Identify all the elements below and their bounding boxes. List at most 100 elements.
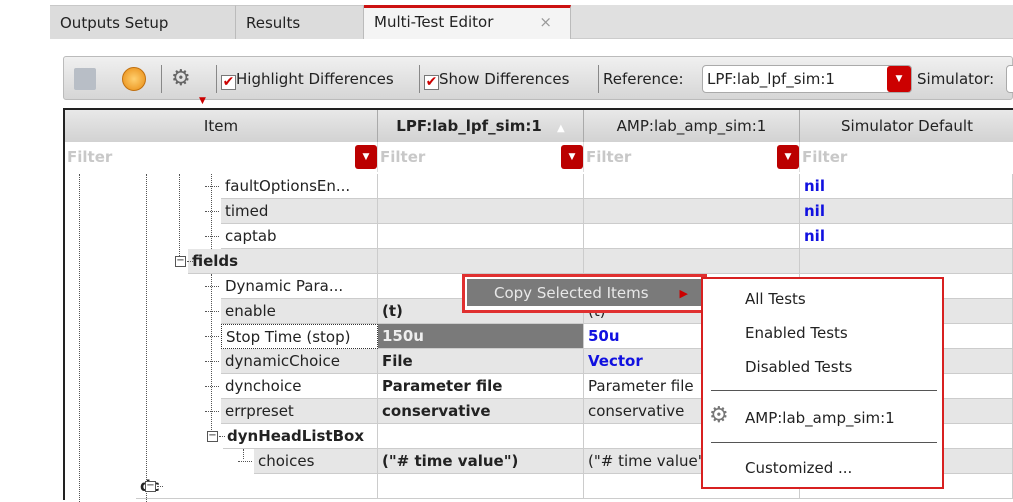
item-label: dynHeadListBox [227,427,364,445]
item-filter-input[interactable]: Filter ▼ [65,142,378,172]
tab-outputs-setup[interactable]: Outputs Setup [50,5,236,39]
menu-item-all-tests[interactable]: All Tests [745,290,806,308]
table-row[interactable]: fields − [65,249,1013,274]
revert-button[interactable] [122,57,146,101]
item-cell[interactable]: Stop Time (stop) [221,324,378,349]
reference-label: Reference: [603,70,684,88]
lpf-value: 150u [382,327,424,345]
filter-dropdown-icon[interactable]: ▼ [561,145,583,169]
copy-submenu: All Tests Enabled Tests Disabled Tests ⚙… [701,277,944,489]
gear-icon: ⚙ [709,403,729,428]
item-label: dynchoice [225,377,302,395]
amp-value: Parameter file [588,377,694,395]
item-cell[interactable]: errpreset [221,399,378,424]
item-cell[interactable]: Dynamic Para... [221,274,378,299]
checkbox-label: Show Differences [439,70,570,88]
tab-multi-test-editor[interactable]: Multi-Test Editor × [364,5,571,39]
save-icon [74,68,96,90]
item-cell[interactable]: dynamicChoice [221,349,378,374]
column-header-amp[interactable]: AMP:lab_amp_sim:1 [584,110,800,142]
table-row[interactable]: timed nil [65,199,1013,224]
tab-results[interactable]: Results [236,5,364,39]
gear-icon: ⚙ [171,66,191,91]
simulator-select[interactable] [1006,65,1013,93]
lpf-value-cell[interactable] [378,174,584,199]
reference-select[interactable]: LPF:lab_lpf_sim:1 ▼ [702,65,912,93]
lpf-value-cell[interactable]: 150u [378,324,584,349]
settings-menu-button[interactable]: ⚙ ▼ [171,57,206,106]
filter-placeholder: Filter [67,148,113,166]
menu-item-label: Copy Selected Items [494,284,649,302]
amp-filter-input[interactable]: Filter ▼ [584,142,800,172]
item-cell[interactable]: dynchoice [221,374,378,399]
tab-bar: Outputs Setup Results Multi-Test Editor × [50,5,1013,39]
menu-item-amp-test[interactable]: AMP:lab_amp_sim:1 [745,409,895,427]
item-cell[interactable]: captab [221,224,378,249]
amp-value-cell[interactable] [584,224,800,249]
item-cell[interactable]: choices [254,449,378,474]
lpf-value-cell[interactable] [378,474,584,499]
close-icon[interactable]: × [539,8,552,36]
amp-value: 50u [588,327,620,345]
menu-separator [711,390,937,391]
collapse-icon[interactable]: − [207,431,218,442]
lpf-value-cell[interactable] [378,424,584,449]
default-value-cell[interactable]: nil [800,224,1013,249]
default-filter-input[interactable]: Filter [800,142,1013,172]
amp-value: Vector [588,352,643,370]
default-value-cell[interactable]: nil [800,174,1013,199]
collapse-icon[interactable]: − [145,481,156,492]
filter-placeholder: Filter [586,148,632,166]
chevron-down-icon: ▼ [887,66,911,92]
menu-item-customized[interactable]: Customized ... [745,459,852,477]
lpf-value-cell[interactable]: ("# time value") [378,449,584,474]
lpf-value-cell[interactable] [378,249,584,274]
lpf-value-cell[interactable] [378,199,584,224]
table-row[interactable]: captab nil [65,224,1013,249]
checkmark-icon: ✔ [424,74,439,90]
menu-separator [711,442,937,443]
menu-item-disabled-tests[interactable]: Disabled Tests [745,358,852,376]
simulator-label: Simulator: [917,70,995,88]
item-label: enable [225,302,276,320]
lpf-filter-input[interactable]: Filter ▼ [378,142,584,172]
lpf-value-cell[interactable] [378,224,584,249]
sort-ascending-icon: ▲ [557,123,565,134]
column-header-item[interactable]: Item [65,110,378,142]
lpf-value-cell[interactable]: File [378,349,584,374]
lpf-value: conservative [382,402,491,420]
save-button[interactable] [74,57,96,101]
default-value-cell[interactable]: nil [800,199,1013,224]
highlight-differences-checkbox[interactable]: ✔ Highlight Differences [221,57,394,101]
item-cell[interactable]: dc [136,474,378,499]
default-value-cell[interactable] [800,249,1013,274]
filter-dropdown-icon[interactable]: ▼ [355,145,377,169]
filter-dropdown-icon[interactable]: ▼ [777,145,799,169]
item-cell[interactable]: dynHeadListBox [223,424,378,449]
checkmark-icon: ✔ [221,74,236,90]
checkbox-label: Highlight Differences [236,70,394,88]
column-header-simulator-default[interactable]: Simulator Default [800,110,1013,142]
amp-value-cell[interactable] [584,199,800,224]
context-menu-copy-selected-items[interactable]: Copy Selected Items ▶ [462,274,707,313]
show-differences-checkbox[interactable]: ✔ Show Differences [424,57,569,101]
item-label: dynamicChoice [225,352,340,370]
item-cell[interactable]: enable [221,299,378,324]
lpf-value-cell[interactable]: Parameter file [378,374,584,399]
toolbar: ⚙ ▼ ✔ Highlight Differences ✔ Show Differen… [63,56,1013,106]
table-row[interactable]: faultOptionsEn... nil [65,174,1013,199]
collapse-icon[interactable]: − [175,256,186,267]
default-value: nil [804,227,825,245]
column-header-lpf[interactable]: LPF:lab_lpf_sim:1 ▲ [378,110,584,142]
item-label: faultOptionsEn... [225,177,351,195]
item-cell[interactable]: fields [188,249,378,274]
item-label: captab [225,227,277,245]
item-label: errpreset [225,402,294,420]
lpf-value-cell[interactable]: conservative [378,399,584,424]
item-cell[interactable]: timed [221,199,378,224]
menu-item-enabled-tests[interactable]: Enabled Tests [745,324,848,342]
item-label: timed [225,202,269,220]
amp-value-cell[interactable] [584,249,800,274]
amp-value-cell[interactable] [584,174,800,199]
item-cell[interactable]: faultOptionsEn... [221,174,378,199]
